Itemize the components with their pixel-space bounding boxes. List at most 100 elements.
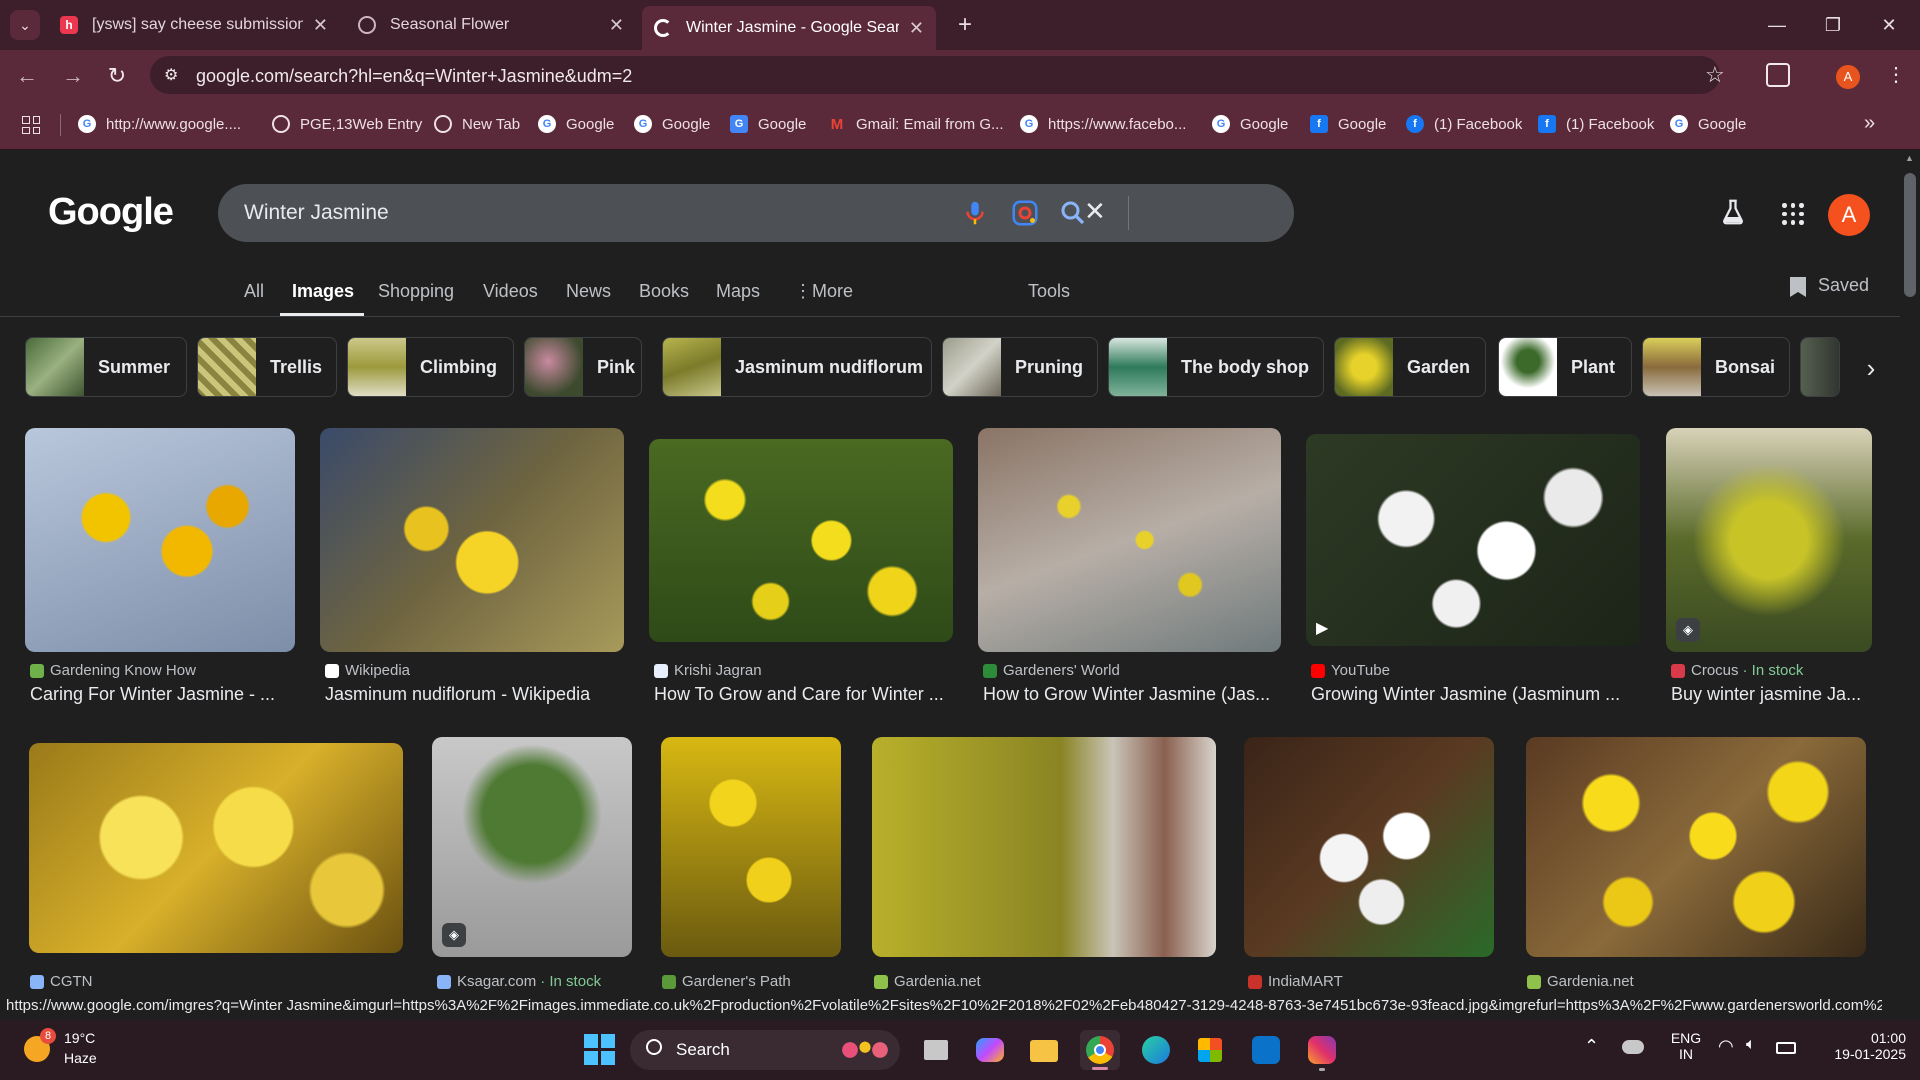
result-source[interactable]: CGTN bbox=[30, 973, 93, 990]
search-icon[interactable] bbox=[1058, 198, 1088, 228]
tab-search-button[interactable]: ⌄ bbox=[10, 10, 40, 40]
result-image[interactable] bbox=[661, 737, 841, 957]
result-source[interactable]: Gardener's Path bbox=[662, 973, 791, 990]
google-apps-icon[interactable] bbox=[1782, 203, 1804, 225]
search-input[interactable]: Winter Jasmine ✕ bbox=[218, 184, 1294, 242]
tab-ysws[interactable]: h [ysws] say cheese submission! ✕ bbox=[48, 8, 340, 42]
bookmark-item[interactable]: f Google bbox=[1310, 115, 1386, 133]
task-view-icon[interactable] bbox=[916, 1030, 956, 1070]
bookmark-item[interactable]: G Google bbox=[538, 115, 614, 133]
forward-button[interactable]: → bbox=[60, 63, 86, 89]
result-image[interactable] bbox=[320, 428, 624, 652]
close-window-button[interactable]: ✕ bbox=[1874, 10, 1904, 40]
result-source[interactable]: Krishi Jagran bbox=[654, 662, 762, 679]
result-image[interactable] bbox=[1526, 737, 1866, 957]
result-caption[interactable]: How to Grow Winter Jasmine (Jas... bbox=[983, 684, 1283, 705]
scrollbar-thumb[interactable] bbox=[1904, 173, 1916, 297]
result-caption[interactable]: How To Grow and Care for Winter ... bbox=[654, 684, 954, 705]
bookmark-item[interactable]: f (1) Facebook bbox=[1406, 115, 1522, 133]
apps-icon[interactable] bbox=[22, 116, 40, 134]
chip-the-body-shop[interactable]: The body shop bbox=[1108, 337, 1324, 397]
onedrive-icon[interactable] bbox=[1622, 1040, 1644, 1054]
result-image[interactable] bbox=[872, 737, 1216, 957]
result-image[interactable] bbox=[25, 428, 295, 652]
chip-jasminum-nudiflorum[interactable]: Jasminum nudiflorum bbox=[662, 337, 932, 397]
extensions-icon[interactable] bbox=[1766, 63, 1790, 87]
tab-winter-jasmine[interactable]: Winter Jasmine - Google Search ✕ bbox=[642, 6, 936, 50]
result-source[interactable]: Ksagar.com · In stock bbox=[437, 973, 601, 990]
chip-pink[interactable]: Pink bbox=[524, 337, 642, 397]
tab-more[interactable]: More bbox=[812, 281, 853, 302]
chip-trellis[interactable]: Trellis bbox=[197, 337, 337, 397]
bookmark-star-icon[interactable]: ☆ bbox=[1705, 62, 1725, 88]
minimize-button[interactable]: — bbox=[1762, 10, 1792, 40]
profile-avatar[interactable]: A bbox=[1836, 65, 1860, 89]
chip-garden[interactable]: Garden bbox=[1334, 337, 1486, 397]
result-caption[interactable]: Jasminum nudiflorum - Wikipedia bbox=[325, 684, 625, 705]
saved-link[interactable]: Saved bbox=[1818, 275, 1869, 296]
result-image[interactable]: ◈ bbox=[1666, 428, 1872, 652]
address-bar[interactable]: ⚙ google.com/search?hl=en&q=Winter+Jasmi… bbox=[150, 56, 1725, 94]
volume-icon[interactable]: 🔈︎ bbox=[1746, 1036, 1756, 1054]
chevron-right-icon[interactable]: › bbox=[1854, 351, 1888, 385]
tab-books[interactable]: Books bbox=[639, 281, 689, 302]
restore-button[interactable]: ❐ bbox=[1818, 10, 1848, 40]
result-caption[interactable]: Buy winter jasmine Ja... bbox=[1671, 684, 1871, 705]
file-explorer-icon[interactable] bbox=[1024, 1030, 1064, 1070]
tab-all[interactable]: All bbox=[244, 281, 264, 302]
new-tab-button[interactable]: + bbox=[950, 10, 980, 40]
result-source[interactable]: Gardenia.net bbox=[1527, 973, 1634, 990]
result-caption[interactable]: Caring For Winter Jasmine - ... bbox=[30, 684, 300, 705]
result-image[interactable] bbox=[978, 428, 1281, 652]
battery-icon[interactable] bbox=[1776, 1042, 1796, 1054]
instagram-icon[interactable] bbox=[1302, 1030, 1342, 1071]
scroll-up-icon[interactable]: ▲ bbox=[1905, 153, 1914, 163]
copilot-icon[interactable] bbox=[970, 1030, 1010, 1070]
chip-summer[interactable]: Summer bbox=[25, 337, 187, 397]
bookmark-item[interactable]: M Gmail: Email from G... bbox=[828, 115, 1004, 133]
language-indicator[interactable]: ENG IN bbox=[1666, 1030, 1706, 1062]
taskbar-search[interactable]: Search bbox=[630, 1030, 900, 1070]
weather-widget[interactable]: 8 19°C Haze bbox=[20, 1028, 140, 1072]
chip-climbing[interactable]: Climbing bbox=[347, 337, 514, 397]
tab-maps[interactable]: Maps bbox=[716, 281, 760, 302]
close-tab-icon[interactable]: ✕ bbox=[909, 18, 924, 39]
bookmark-item[interactable]: G Google bbox=[730, 115, 806, 133]
microphone-icon[interactable] bbox=[960, 198, 990, 228]
clock[interactable]: 01:00 19-01-2025 bbox=[1810, 1030, 1906, 1062]
result-source[interactable]: Wikipedia bbox=[325, 662, 410, 679]
bookmark-item[interactable]: G Google bbox=[1670, 115, 1746, 133]
result-source[interactable]: Gardening Know How bbox=[30, 662, 196, 679]
chevron-up-icon[interactable]: ⌃ bbox=[1584, 1036, 1599, 1057]
result-source[interactable]: YouTube bbox=[1311, 662, 1390, 679]
tab-videos[interactable]: Videos bbox=[483, 281, 538, 302]
site-info-icon[interactable]: ⚙ bbox=[164, 65, 178, 85]
chip-pruning[interactable]: Pruning bbox=[942, 337, 1098, 397]
result-image[interactable] bbox=[29, 743, 403, 953]
tab-seasonal-flower[interactable]: Seasonal Flower ✕ bbox=[346, 8, 636, 42]
chip-plant[interactable]: Plant bbox=[1498, 337, 1632, 397]
back-button[interactable]: ← bbox=[14, 63, 40, 89]
bookmark-item[interactable]: G Google bbox=[1212, 115, 1288, 133]
tab-news[interactable]: News bbox=[566, 281, 611, 302]
chip-overflow[interactable] bbox=[1800, 337, 1840, 397]
close-tab-icon[interactable]: ✕ bbox=[313, 15, 328, 36]
result-image[interactable]: ◈ bbox=[432, 737, 632, 957]
account-avatar[interactable]: A bbox=[1828, 194, 1870, 236]
result-source[interactable]: Gardeners' World bbox=[983, 662, 1120, 679]
result-image[interactable] bbox=[1244, 737, 1494, 957]
edge-icon[interactable] bbox=[1136, 1030, 1176, 1070]
result-image[interactable]: ▶ bbox=[1306, 434, 1640, 646]
bookmark-item[interactable]: Ghttp://www.google.... bbox=[78, 115, 241, 133]
result-image[interactable] bbox=[649, 439, 953, 642]
scrollbar[interactable]: ▲ ▼ bbox=[1900, 151, 1920, 1001]
start-button[interactable] bbox=[580, 1030, 620, 1070]
bookmark-item[interactable]: PGE,13Web Entry bbox=[272, 115, 422, 133]
google-logo[interactable]: Google bbox=[48, 191, 174, 234]
menu-icon[interactable]: ⋮ bbox=[1886, 62, 1906, 87]
tools-button[interactable]: Tools bbox=[1028, 281, 1070, 302]
result-source[interactable]: IndiaMART bbox=[1248, 973, 1343, 990]
lens-icon[interactable] bbox=[1010, 198, 1040, 228]
close-tab-icon[interactable]: ✕ bbox=[609, 15, 624, 36]
bookmark-item[interactable]: Ghttps://www.facebo... bbox=[1020, 115, 1186, 133]
